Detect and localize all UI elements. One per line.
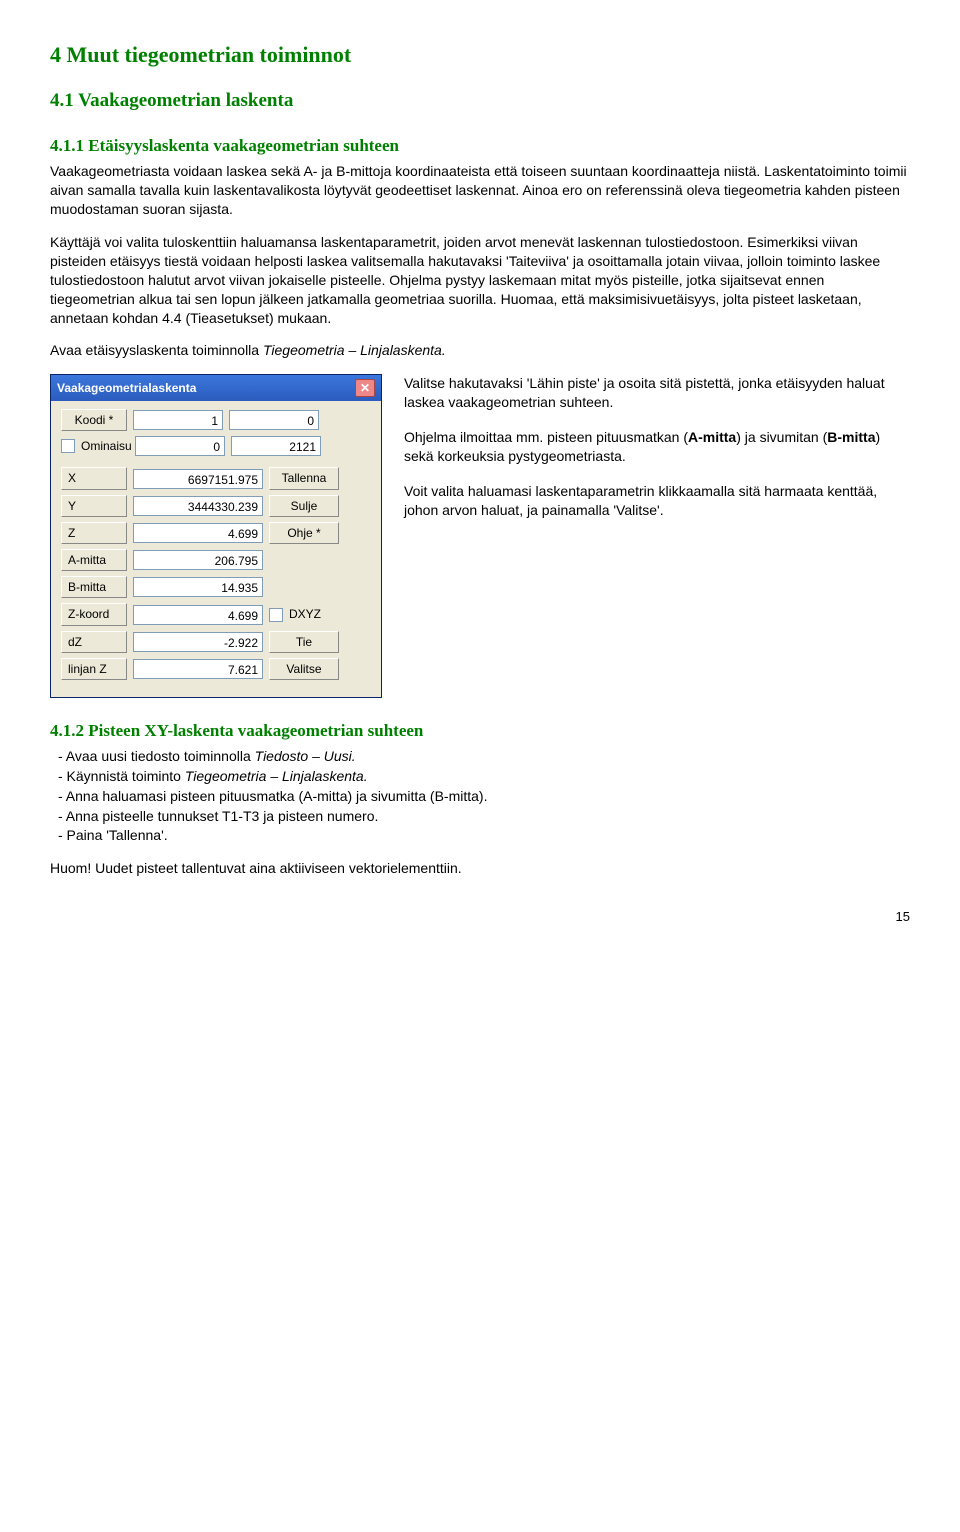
koodi-button[interactable]: Koodi * xyxy=(61,409,127,431)
paragraph: Avaa etäisyyslaskenta toiminnolla Tiegeo… xyxy=(50,341,910,360)
paragraph: Huom! Uudet pisteet tallentuvat aina akt… xyxy=(50,859,910,878)
row-label-button[interactable]: X xyxy=(61,467,127,489)
tie-button[interactable]: Tie xyxy=(269,631,339,653)
row-label-button[interactable]: Z xyxy=(61,522,127,544)
ominaisu-field-2[interactable]: 2121 xyxy=(231,436,321,456)
text-bold: B-mitta xyxy=(827,429,875,445)
row-value-field[interactable]: 206.795 xyxy=(133,550,263,570)
page-number: 15 xyxy=(50,908,910,926)
row-label-button[interactable]: A-mitta xyxy=(61,549,127,571)
ominaisu-label: Ominaisu xyxy=(81,438,129,454)
row-value-field[interactable]: 6697151.975 xyxy=(133,469,263,489)
text: - Avaa uusi tiedosto toiminnolla xyxy=(58,748,255,764)
paragraph: Valitse hakutavaksi 'Lähin piste' ja oso… xyxy=(404,374,910,412)
heading-1: 4 Muut tiegeometrian toiminnot xyxy=(50,40,910,70)
row-label-button[interactable]: Y xyxy=(61,495,127,517)
dxyz-label: DXYZ xyxy=(289,606,321,622)
text-italic: Tiegeometria – Linjalaskenta. xyxy=(263,342,446,358)
row-value-field[interactable]: 7.621 xyxy=(133,659,263,679)
heading-3-1: 4.1.1 Etäisyyslaskenta vaakageometrian s… xyxy=(50,135,910,158)
row-value-field[interactable]: 4.699 xyxy=(133,523,263,543)
text: ) ja sivumitan ( xyxy=(736,429,827,445)
text-bold: A-mitta xyxy=(688,429,736,445)
list-item: - Avaa uusi tiedosto toiminnolla Tiedost… xyxy=(50,747,910,766)
dxyz-checkbox[interactable] xyxy=(269,608,283,622)
ominaisu-field-1[interactable]: 0 xyxy=(135,436,225,456)
row-label-button[interactable]: B-mitta xyxy=(61,576,127,598)
heading-3-2: 4.1.2 Pisteen XY-laskenta vaakageometria… xyxy=(50,720,910,743)
bullet-list: - Avaa uusi tiedosto toiminnolla Tiedost… xyxy=(50,747,910,845)
paragraph: Vaakageometriasta voidaan laskea sekä A-… xyxy=(50,162,910,219)
row-label-button[interactable]: linjan Z xyxy=(61,658,127,680)
list-item: - Paina 'Tallenna'. xyxy=(50,826,910,845)
row-value-field[interactable]: 3444330.239 xyxy=(133,496,263,516)
list-item: - Anna haluamasi pisteen pituusmatka (A-… xyxy=(50,787,910,806)
heading-2: 4.1 Vaakageometrian laskenta xyxy=(50,88,910,114)
list-item: - Käynnistä toiminto Tiegeometria – Linj… xyxy=(50,767,910,786)
ohje-button[interactable]: Ohje * xyxy=(269,522,339,544)
ominaisu-checkbox[interactable] xyxy=(61,439,75,453)
row-label-button[interactable]: Z-koord xyxy=(61,603,127,625)
dialog-title: Vaakageometrialaskenta xyxy=(57,380,196,396)
text-italic: Tiegeometria – Linjalaskenta. xyxy=(185,768,368,784)
titlebar: Vaakageometrialaskenta ✕ xyxy=(51,375,381,401)
paragraph: Käyttäjä voi valita tuloskenttiin haluam… xyxy=(50,233,910,327)
text: - Käynnistä toiminto xyxy=(58,768,185,784)
paragraph: Ohjelma ilmoittaa mm. pisteen pituusmatk… xyxy=(404,428,910,466)
koodi-field-2[interactable]: 0 xyxy=(229,410,319,430)
text-italic: Tiedosto – Uusi. xyxy=(255,748,356,764)
dialog-vaakageometrialaskenta: Vaakageometrialaskenta ✕ Koodi * 1 0 Omi… xyxy=(50,374,382,698)
close-icon[interactable]: ✕ xyxy=(355,379,375,397)
row-label-button[interactable]: dZ xyxy=(61,631,127,653)
koodi-field-1[interactable]: 1 xyxy=(133,410,223,430)
tallenna-button[interactable]: Tallenna xyxy=(269,467,339,489)
paragraph: Voit valita haluamasi laskentaparametrin… xyxy=(404,482,910,520)
text: Avaa etäisyyslaskenta toiminnolla xyxy=(50,342,263,358)
row-value-field[interactable]: -2.922 xyxy=(133,632,263,652)
valitse-button[interactable]: Valitse xyxy=(269,658,339,680)
sulje-button[interactable]: Sulje xyxy=(269,495,339,517)
list-item: - Anna pisteelle tunnukset T1-T3 ja pist… xyxy=(50,807,910,826)
row-value-field[interactable]: 14.935 xyxy=(133,577,263,597)
text: Ohjelma ilmoittaa mm. pisteen pituusmatk… xyxy=(404,429,688,445)
row-value-field[interactable]: 4.699 xyxy=(133,605,263,625)
